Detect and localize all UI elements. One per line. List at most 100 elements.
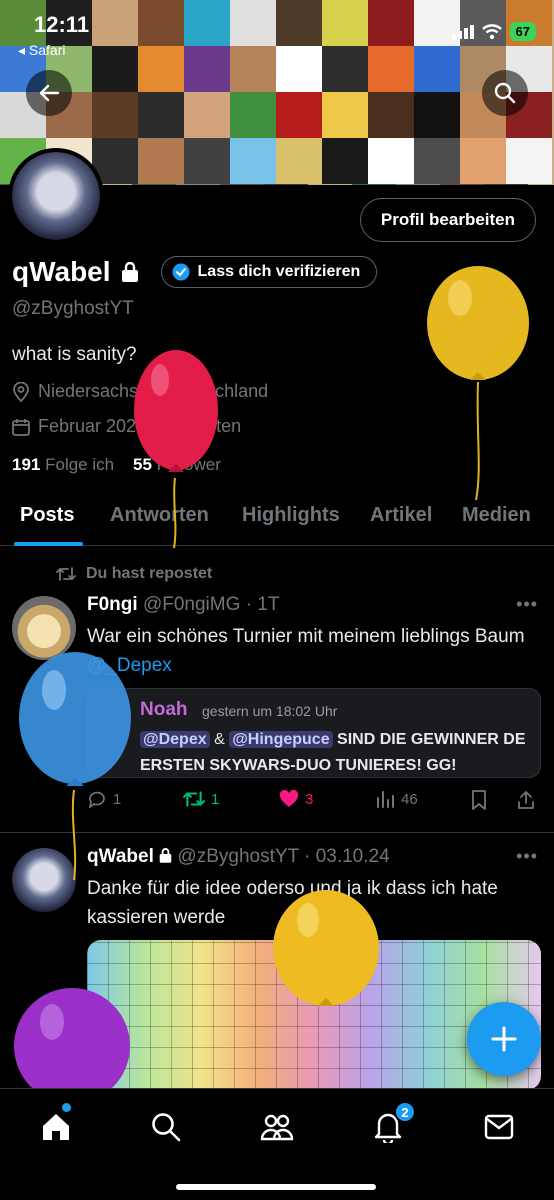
post-more-icon[interactable]: ••• bbox=[516, 594, 538, 615]
verify-button[interactable]: Lass dich verifizieren bbox=[160, 256, 378, 288]
post-text-body: War ein schönes Turnier mit meinem liebl… bbox=[87, 626, 525, 647]
like-count: 3 bbox=[305, 790, 314, 808]
tab-posts[interactable]: Posts bbox=[20, 504, 74, 527]
post-text: Danke für die idee oderso und ja ik dass… bbox=[87, 878, 498, 928]
profile-avatar[interactable] bbox=[8, 148, 104, 244]
bookmark-icon bbox=[472, 790, 486, 810]
post-author-handle: @zByghostYT bbox=[177, 846, 299, 867]
repost-label: Du hast repostet bbox=[86, 565, 213, 582]
post-text: War ein schönes Turnier mit meinem liebl… bbox=[87, 622, 527, 680]
post-divider bbox=[0, 832, 554, 833]
post-more-icon[interactable]: ••• bbox=[516, 846, 538, 867]
verify-label: Lass dich verifizieren bbox=[197, 263, 361, 280]
post-actions: 1 1 3 46 bbox=[87, 790, 541, 816]
reply-icon bbox=[88, 791, 105, 808]
home-icon bbox=[43, 1114, 69, 1140]
post-header: F0ngi @F0ngiMG · 1T bbox=[87, 594, 280, 615]
reply-count: 1 bbox=[113, 790, 122, 808]
post-mention[interactable]: @_Depex bbox=[87, 655, 172, 676]
tab-highlights[interactable]: Highlights bbox=[242, 504, 340, 527]
name-row: qWabel Lass dich verifizieren bbox=[12, 256, 378, 288]
search-icon bbox=[152, 1113, 181, 1142]
profile-joined: Februar 2022 beigetreten bbox=[12, 416, 241, 437]
repost-icon bbox=[183, 791, 205, 807]
calendar-icon bbox=[12, 418, 30, 436]
following-label: Folge ich bbox=[45, 455, 115, 474]
embed-line1: SIND DIE GEWINNER DE bbox=[337, 731, 526, 748]
active-tab-indicator bbox=[14, 542, 83, 546]
battery-indicator: 67 bbox=[509, 22, 536, 41]
bookmark-button[interactable] bbox=[471, 790, 487, 810]
tab-articles[interactable]: Artikel bbox=[370, 504, 432, 527]
location-pin-icon bbox=[13, 381, 29, 402]
repost-count: 1 bbox=[211, 790, 220, 808]
post-avatar[interactable] bbox=[12, 596, 76, 660]
tab-media[interactable]: Medien bbox=[462, 504, 531, 527]
status-icons: 67 bbox=[451, 22, 536, 41]
embed-mention-1: @Depex bbox=[140, 731, 210, 748]
status-time: 12:11 bbox=[34, 12, 90, 37]
embed-message: @Depex & @Hingepuce SIND DIE GEWINNER DE… bbox=[140, 727, 540, 777]
tab-replies[interactable]: Antworten bbox=[110, 504, 209, 527]
reply-button[interactable]: 1 bbox=[87, 790, 121, 808]
follow-stats: 191 Folge ich 55 Follower bbox=[12, 455, 221, 475]
notifications-badge: 2 bbox=[394, 1101, 416, 1123]
share-button[interactable] bbox=[517, 790, 535, 810]
embedded-image[interactable]: Noah gestern um 18:02 Uhr @Depex & @Hing… bbox=[87, 688, 541, 778]
views-count: 46 bbox=[401, 790, 418, 808]
like-button[interactable]: 3 bbox=[279, 790, 313, 808]
edit-profile-button[interactable]: Profil bearbeiten bbox=[359, 198, 536, 242]
wifi-icon bbox=[481, 23, 502, 39]
location-text: Niedersachsen, Deutschland bbox=[38, 381, 269, 401]
communities-icon bbox=[260, 1114, 294, 1141]
analytics-icon bbox=[377, 791, 394, 808]
post-date: 03.10.24 bbox=[315, 846, 390, 867]
views-button[interactable]: 46 bbox=[375, 790, 418, 808]
plus-icon bbox=[491, 1026, 517, 1052]
post-avatar[interactable] bbox=[12, 848, 76, 912]
mail-icon bbox=[484, 1114, 514, 1140]
repost-button[interactable]: 1 bbox=[183, 790, 219, 808]
embed-author: Noah bbox=[140, 699, 188, 720]
following-count: 191 bbox=[12, 455, 41, 474]
followers-label: Follower bbox=[156, 455, 221, 474]
profile-bio: what is sanity? bbox=[12, 344, 137, 365]
post-author-name[interactable]: qWabel bbox=[87, 846, 154, 867]
signal-icon bbox=[451, 24, 474, 39]
search-button[interactable] bbox=[482, 70, 528, 116]
post-header: qWabel @zByghostYT · 03.10.24 bbox=[87, 846, 390, 867]
post-author-name[interactable]: F0ngi bbox=[87, 594, 138, 615]
nav-search[interactable] bbox=[148, 1109, 184, 1145]
following-link[interactable]: 191 Folge ich bbox=[12, 455, 114, 474]
back-button[interactable] bbox=[26, 70, 72, 116]
embed-time: gestern um 18:02 Uhr bbox=[202, 703, 338, 719]
profile-tabs: Posts Antworten Highlights Artikel Medie… bbox=[0, 496, 554, 546]
compose-post-button[interactable] bbox=[467, 1002, 541, 1076]
post-author-handle: @F0ngiMG bbox=[142, 594, 241, 615]
embed-amp: & bbox=[214, 731, 225, 748]
followers-link[interactable]: 55 Follower bbox=[133, 455, 221, 474]
post-image[interactable] bbox=[87, 940, 541, 1090]
back-app-label: Safari bbox=[28, 42, 66, 58]
nav-messages[interactable] bbox=[481, 1109, 517, 1145]
search-icon bbox=[494, 82, 516, 104]
nav-home[interactable] bbox=[38, 1109, 74, 1145]
display-name: qWabel bbox=[12, 256, 111, 287]
profile-location: Niedersachsen, Deutschland bbox=[12, 381, 268, 402]
followers-count: 55 bbox=[133, 455, 152, 474]
nav-communities[interactable] bbox=[259, 1109, 295, 1145]
verified-badge-icon bbox=[172, 263, 190, 281]
home-indicator bbox=[176, 1184, 376, 1190]
heart-icon bbox=[279, 790, 299, 807]
post-time: 1T bbox=[257, 594, 280, 615]
joined-text: Februar 2022 beigetreten bbox=[38, 416, 242, 436]
profile-handle: @zByghostYT bbox=[12, 298, 134, 319]
back-to-safari[interactable]: ◂ Safari bbox=[18, 42, 66, 59]
share-icon bbox=[518, 791, 534, 809]
status-bar: 12:11 ◂ Safari 67 bbox=[0, 0, 554, 60]
lock-icon bbox=[121, 262, 138, 282]
arrow-left-icon bbox=[39, 84, 60, 102]
embed-line2: ERSTEN SKYWARS-DUO TUNIERES! GG! bbox=[140, 757, 457, 774]
home-unread-dot bbox=[62, 1103, 71, 1112]
balloon-yellow-top bbox=[427, 266, 529, 501]
